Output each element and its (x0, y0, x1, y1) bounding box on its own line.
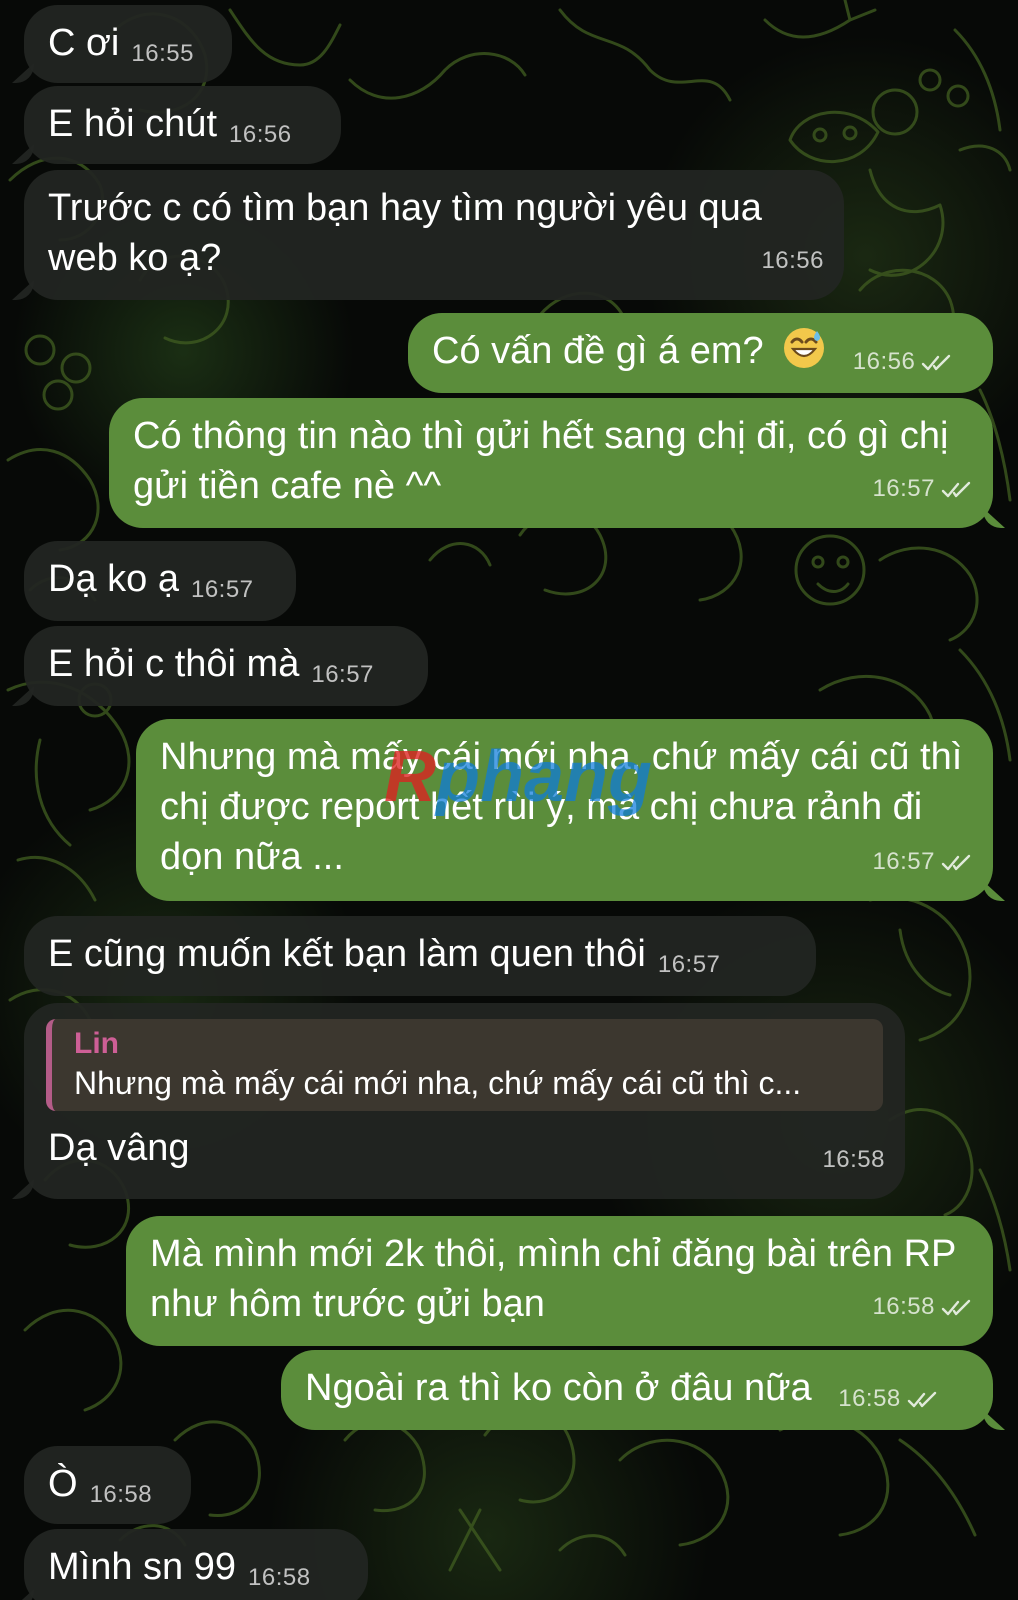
message-meta: 16:58 (822, 1135, 885, 1185)
message-bubble-incoming[interactable]: C ơi 16:55 (24, 5, 232, 83)
message-time: 16:58 (838, 1385, 901, 1412)
message-bubble-incoming[interactable]: Trước c có tìm bạn hay tìm người yêu qua… (24, 170, 844, 300)
message-time: 16:58 (248, 1564, 311, 1591)
reply-quote[interactable]: Lin Nhưng mà mấy cái mới nha, chứ mấy cá… (46, 1019, 883, 1111)
message-time: 16:58 (872, 1293, 935, 1320)
message-time: 16:58 (822, 1146, 885, 1173)
grinning-face-with-sweat-icon (784, 328, 825, 368)
message-bubble-incoming[interactable]: Lin Nhưng mà mấy cái mới nha, chứ mấy cá… (24, 1003, 905, 1199)
message-meta: 16:58 (872, 1282, 973, 1332)
message-text: Có thông tin nào thì gửi hết sang chị đi… (133, 415, 949, 507)
message-text: E cũng muốn kết bạn làm quen thôi (48, 933, 646, 975)
message-meta: 16:57 (872, 837, 973, 887)
message-text: Có vấn đề gì á em? (432, 330, 764, 372)
double-check-icon (941, 854, 971, 871)
message-time: 16:56 (761, 247, 824, 274)
double-check-icon (907, 1391, 936, 1408)
message-bubble-outgoing[interactable]: Mà mình mới 2k thôi, mình chỉ đăng bài t… (126, 1216, 993, 1346)
message-time: 16:56 (852, 348, 916, 375)
message-text: Mà mình mới 2k thôi, mình chỉ đăng bài t… (150, 1233, 956, 1325)
double-check-icon (922, 354, 951, 371)
message-meta: 16:56 (853, 337, 954, 387)
message-text: Nhưng mà mấy cái mới nha, chứ mấy cái cũ… (160, 736, 963, 878)
message-bubble-incoming[interactable]: Dạ ko ạ 16:57 (24, 541, 296, 621)
message-bubble-outgoing[interactable]: Có thông tin nào thì gửi hết sang chị đi… (109, 398, 993, 528)
message-time: 16:55 (131, 40, 194, 67)
double-check-icon (941, 1299, 971, 1316)
message-text: Dạ ko ạ (48, 558, 179, 600)
message-time: 16:57 (657, 951, 721, 978)
message-text: E hỏi chút (48, 103, 217, 145)
chat-area[interactable]: C ơi 16:55 E hỏi chút 16:56 Trước c có tìm… (0, 0, 1018, 1600)
message-meta: 16:56 (761, 236, 824, 286)
message-time: 16:56 (229, 121, 292, 148)
message-time: 16:58 (89, 1481, 153, 1508)
message-bubble-incoming[interactable]: E hỏi c thôi mà 16:57 (24, 626, 428, 706)
message-text: Trước c có tìm bạn hay tìm người yêu qua… (48, 187, 762, 279)
message-text: E hỏi c thôi mà (48, 643, 300, 685)
message-bubble-incoming[interactable]: E cũng muốn kết bạn làm quen thôi 16:57 (24, 916, 816, 996)
message-text: C ơi (48, 22, 120, 64)
reply-text: Nhưng mà mấy cái mới nha, chứ mấy cái cũ… (74, 1065, 802, 1101)
message-bubble-incoming[interactable]: E hỏi chút 16:56 (24, 86, 341, 164)
message-text: Mình sn 99 (48, 1546, 236, 1588)
message-time: 16:57 (311, 661, 374, 688)
message-text: Dạ vâng (48, 1127, 190, 1169)
message-time: 16:57 (872, 475, 935, 502)
double-check-icon (941, 481, 971, 498)
message-bubble-incoming[interactable]: Mình sn 99 16:58 (24, 1529, 368, 1600)
message-bubble-outgoing[interactable]: Nhưng mà mấy cái mới nha, chứ mấy cái cũ… (136, 719, 993, 901)
message-bubble-outgoing[interactable]: Có vấn đề gì á em? 16:56 (408, 313, 993, 393)
message-text: Ò (48, 1463, 78, 1505)
reply-author: Lin (74, 1027, 119, 1060)
message-meta: 16:57 (872, 464, 973, 514)
message-text: Ngoài ra thì ko còn ở đâu nữa (305, 1367, 812, 1409)
message-bubble-outgoing[interactable]: Ngoài ra thì ko còn ở đâu nữa 16:58 (281, 1350, 993, 1430)
message-meta: 16:58 (838, 1374, 939, 1424)
message-bubble-incoming[interactable]: Ò 16:58 (24, 1446, 191, 1524)
message-time: 16:57 (872, 848, 935, 875)
message-time: 16:57 (190, 576, 254, 603)
